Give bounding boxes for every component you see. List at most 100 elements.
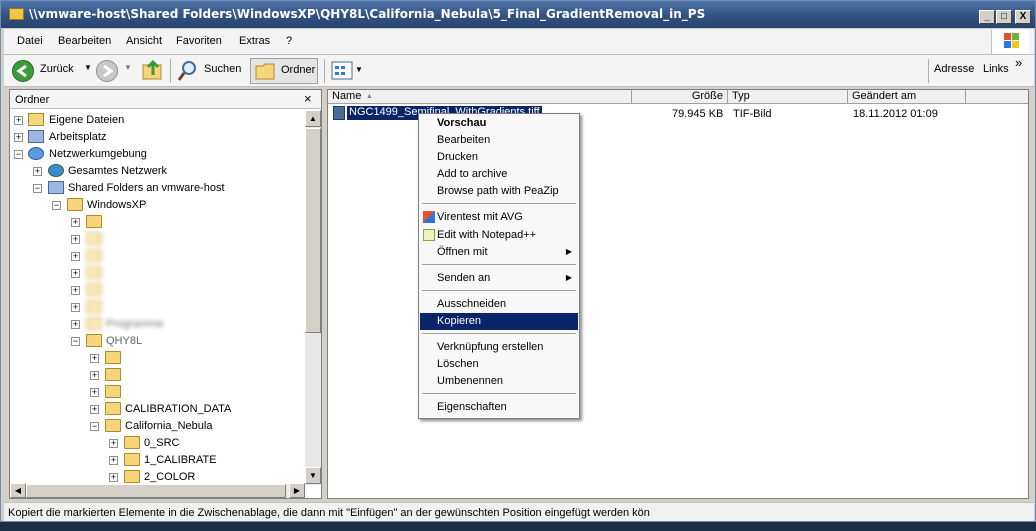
tree-item-0-src[interactable]: + 0_SRC — [10, 435, 300, 452]
tree-item-calibration-data[interactable]: + CALIBRATION_DATA — [10, 401, 300, 418]
links-label[interactable]: Links — [983, 63, 1009, 75]
tree-item-blurred[interactable]: + — [10, 384, 300, 401]
menu-item-senden-an[interactable]: Senden an ▶ — [420, 270, 578, 287]
tree-item-gesamtes-netzwerk[interactable]: + Gesamtes Netzwerk — [10, 163, 300, 180]
menu-extras[interactable]: Extras — [239, 35, 270, 49]
scroll-left-icon[interactable]: ◀ — [10, 483, 26, 498]
expand-icon[interactable]: + — [109, 456, 118, 465]
scroll-up-icon[interactable]: ▲ — [305, 110, 321, 127]
back-dropdown-icon[interactable]: ▼ — [84, 63, 92, 72]
menu-item-loeschen[interactable]: Löschen — [420, 356, 578, 373]
toolbar-separator — [928, 59, 929, 83]
expand-icon[interactable]: + — [71, 252, 80, 261]
column-header-type[interactable]: Typ — [728, 90, 848, 104]
tree-item-qhy8l[interactable]: − QHY8L — [10, 333, 300, 350]
tree-item-netzwerkumgebung[interactable]: − Netzwerkumgebung — [10, 146, 300, 163]
expand-icon[interactable]: + — [33, 167, 42, 176]
title-bar[interactable]: \\vmware-host\Shared Folders\WindowsXP\Q… — [1, 1, 1035, 28]
menu-item-kopieren[interactable]: Kopieren — [420, 313, 578, 330]
views-button[interactable]: ▼ — [330, 58, 363, 84]
tree-item-2-color[interactable]: + 2_COLOR — [10, 469, 300, 485]
menu-item-ausschneiden[interactable]: Ausschneiden — [420, 296, 578, 313]
menu-item-eigenschaften[interactable]: Eigenschaften — [420, 399, 578, 416]
menu-item-add-to-archive[interactable]: Add to archive — [420, 166, 578, 183]
tree-item-blurred[interactable]: + — [10, 299, 300, 316]
search-label: Suchen — [204, 63, 242, 75]
menu-item-drucken[interactable]: Drucken — [420, 149, 578, 166]
expand-icon[interactable]: + — [71, 218, 80, 227]
file-type-cell: TIF-Bild — [733, 108, 772, 120]
tree-item-blurred[interactable]: + — [10, 248, 300, 265]
expand-icon[interactable]: + — [71, 320, 80, 329]
menu-favoriten[interactable]: Favoriten — [176, 35, 222, 49]
forward-dropdown-icon[interactable]: ▼ — [124, 63, 132, 72]
back-button[interactable]: Zurück ▼ — [10, 58, 94, 84]
expand-icon[interactable]: + — [109, 439, 118, 448]
minimize-button[interactable]: _ — [979, 10, 995, 24]
folder-icon — [255, 63, 275, 80]
tree-item-1-calibrate[interactable]: + 1_CALIBRATE — [10, 452, 300, 469]
avg-icon — [423, 211, 435, 223]
tree-item-programme[interactable]: + Programme — [10, 316, 300, 333]
scroll-down-icon[interactable]: ▼ — [305, 467, 321, 484]
expand-icon[interactable]: + — [90, 354, 99, 363]
expand-icon[interactable]: + — [14, 116, 23, 125]
menu-item-edit-notepad[interactable]: Edit with Notepad++ — [420, 227, 578, 244]
menu-datei[interactable]: Datei — [17, 35, 43, 49]
menu-item-verknuepfung[interactable]: Verknüpfung erstellen — [420, 339, 578, 356]
close-button[interactable]: X — [1015, 10, 1031, 24]
menu-help[interactable]: ? — [286, 35, 292, 49]
views-dropdown-icon[interactable]: ▼ — [355, 65, 363, 74]
menu-item-bearbeiten[interactable]: Bearbeiten — [420, 132, 578, 149]
menu-item-browse-peazip[interactable]: Browse path with PeaZip — [420, 183, 578, 200]
forward-button[interactable]: ▼ — [94, 58, 136, 84]
expand-icon[interactable]: + — [90, 388, 99, 397]
tree-item-blurred[interactable]: + — [10, 265, 300, 282]
tree-item-eigene-dateien[interactable]: + Eigene Dateien — [10, 112, 300, 129]
column-header-name[interactable]: Name ▲ — [328, 90, 632, 104]
tree-item-blurred[interactable]: + — [10, 350, 300, 367]
tree-item-california-nebula[interactable]: − California_Nebula — [10, 418, 300, 435]
folders-button[interactable]: Ordner — [250, 58, 318, 84]
expand-icon[interactable]: + — [90, 405, 99, 414]
tree-item-shared-folders[interactable]: − Shared Folders an vmware-host — [10, 180, 300, 197]
menu-bearbeiten[interactable]: Bearbeiten — [58, 35, 111, 49]
tree-item-blurred[interactable]: + — [10, 282, 300, 299]
address-label[interactable]: Adresse — [934, 63, 974, 75]
menu-item-oeffnen-mit[interactable]: Öffnen mit ▶ — [420, 244, 578, 261]
collapse-icon[interactable]: − — [90, 422, 99, 431]
tree-item-blurred[interactable]: + — [10, 231, 300, 248]
tree-item-arbeitsplatz[interactable]: + Arbeitsplatz — [10, 129, 300, 146]
collapse-icon[interactable]: − — [71, 337, 80, 346]
up-folder-button[interactable] — [141, 58, 165, 84]
tree-item-windowsxp[interactable]: − WindowsXP — [10, 197, 300, 214]
column-header-size[interactable]: Größe — [632, 90, 728, 104]
collapse-icon[interactable]: − — [14, 150, 23, 159]
expand-icon[interactable]: + — [71, 235, 80, 244]
expand-icon[interactable]: + — [71, 286, 80, 295]
chevron-more-icon[interactable]: » — [1015, 55, 1022, 70]
expand-icon[interactable]: + — [14, 133, 23, 142]
menu-item-umbenennen[interactable]: Umbenennen — [420, 373, 578, 390]
search-button[interactable]: Suchen — [174, 58, 244, 84]
vertical-scrollbar[interactable]: ▲ ▼ — [305, 110, 321, 485]
menu-item-virentest-avg[interactable]: Virentest mit AVG — [420, 209, 578, 226]
expand-icon[interactable]: + — [71, 269, 80, 278]
horizontal-scroll-thumb[interactable] — [26, 484, 286, 498]
expand-icon[interactable]: + — [90, 371, 99, 380]
expand-icon[interactable]: + — [109, 473, 118, 482]
collapse-icon[interactable]: − — [33, 184, 42, 193]
column-header-modified[interactable]: Geändert am — [848, 90, 966, 104]
folder-icon — [124, 436, 140, 449]
scroll-right-icon[interactable]: ▶ — [289, 483, 305, 498]
expand-icon[interactable]: + — [71, 303, 80, 312]
collapse-icon[interactable]: − — [52, 201, 61, 210]
menu-item-vorschau[interactable]: Vorschau — [420, 115, 578, 132]
tree-item-blurred[interactable]: + — [10, 214, 300, 231]
close-icon[interactable]: × — [304, 91, 312, 106]
menu-ansicht[interactable]: Ansicht — [126, 35, 162, 49]
vertical-scroll-thumb[interactable] — [305, 128, 321, 333]
tree-item-blurred[interactable]: + — [10, 367, 300, 384]
horizontal-scrollbar[interactable]: ◀ ▶ — [10, 483, 305, 498]
maximize-button[interactable]: □ — [996, 10, 1012, 24]
